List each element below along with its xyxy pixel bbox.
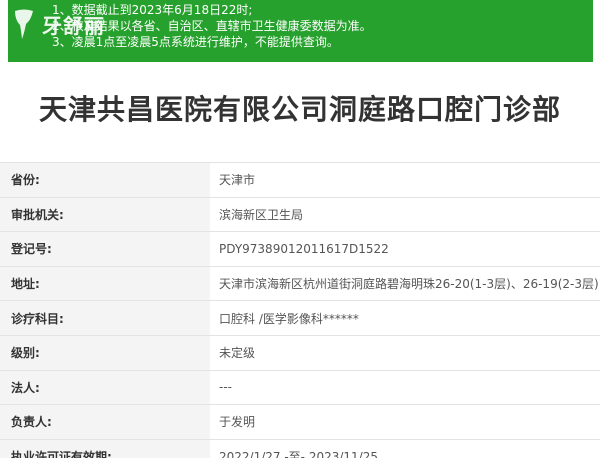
table-row: 登记号: PDY97389012011617D1522	[0, 231, 600, 266]
table-row: 诊疗科目: 口腔科 /医学影像科******	[0, 300, 600, 335]
row-label: 法人:	[0, 370, 210, 405]
table-row: 法人: ---	[0, 369, 600, 405]
table-row: 负责人: 于发明	[0, 404, 600, 439]
watermark-logo: 牙舒丽	[12, 4, 105, 44]
notice-line: 1、数据截止到2023年6月18日22时;	[52, 3, 253, 17]
row-value: 口腔科 /医学影像科******	[219, 311, 359, 326]
table-row: 执业许可证有效期: 2022/1/27 -至- 2023/11/25	[0, 438, 600, 458]
row-value: 滨海新区卫生局	[219, 207, 304, 222]
watermark-text: 牙舒丽	[42, 13, 105, 38]
row-value: ---	[219, 380, 232, 395]
table-row: 级别: 未定级	[0, 334, 600, 370]
row-label: 诊疗科目:	[0, 301, 210, 335]
row-value: 2022/1/27 -至- 2023/11/25	[219, 450, 378, 458]
row-value: 天津市	[219, 173, 256, 188]
notice-line: 2、核准结果以各省、自治区、直辖市卫生健康委数据为准。	[52, 19, 372, 33]
table-row: 地址: 天津市滨海新区杭州道街洞庭路碧海明珠26-20(1-3层)、26-19(…	[0, 265, 600, 301]
row-value: 天津市滨海新区杭州道街洞庭路碧海明珠26-20(1-3层)、26-19(2-3层…	[219, 277, 599, 292]
page-title: 天津共昌医院有限公司洞庭路口腔门诊部	[38, 93, 561, 126]
row-label: 负责人:	[0, 405, 210, 439]
row-label: 登记号:	[0, 232, 210, 266]
row-value: 未定级	[219, 346, 256, 361]
row-value: PDY97389012011617D1522	[219, 241, 389, 256]
notice-line: 3、凌晨1点至凌晨5点系统进行维护，不能提供查询。	[52, 35, 339, 49]
row-label: 级别:	[0, 335, 210, 370]
tooth-logo-icon	[15, 9, 33, 39]
row-label: 执业许可证有效期:	[0, 439, 210, 458]
row-label: 省份:	[0, 163, 210, 197]
row-value: 于发明	[219, 415, 256, 430]
table-row: 省份: 天津市	[0, 162, 600, 197]
table-row: 审批机关: 滨海新区卫生局	[0, 196, 600, 232]
row-label: 审批机关:	[0, 197, 210, 232]
row-label: 地址:	[0, 266, 210, 301]
info-table: 省份: 天津市 审批机关: 滨海新区卫生局 登记号: PDY9738901201…	[0, 162, 600, 458]
